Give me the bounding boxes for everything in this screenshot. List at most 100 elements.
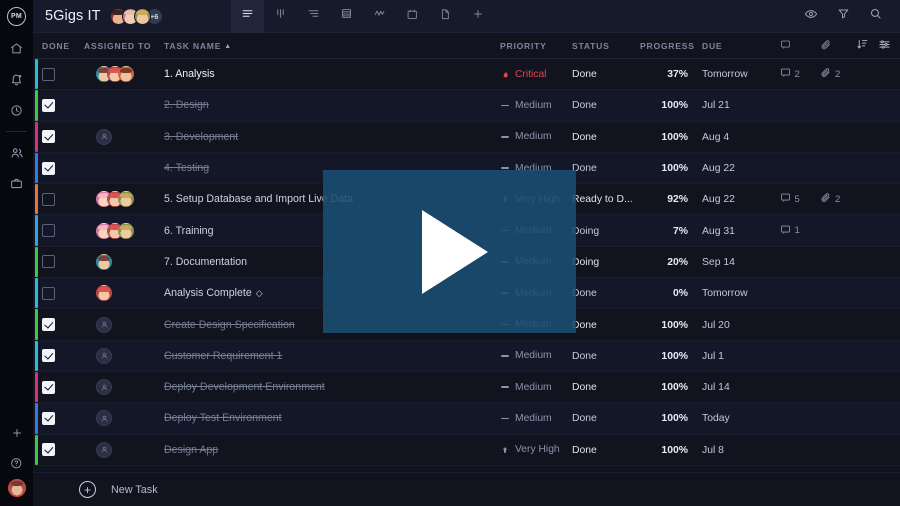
assignees-cell[interactable] [84, 316, 164, 333]
status-cell[interactable]: Done [572, 350, 640, 362]
new-task-row[interactable]: + New Task [33, 472, 900, 506]
status-cell[interactable]: Doing [572, 256, 640, 268]
priority-cell[interactable]: Critical [500, 69, 572, 80]
assignees-cell[interactable] [84, 128, 164, 145]
project-members[interactable]: +6 [109, 7, 163, 25]
table-row[interactable]: 2. Design Medium Done 100% Jul 21 [33, 90, 900, 122]
status-cell[interactable]: Done [572, 131, 640, 143]
status-cell[interactable]: Done [572, 99, 640, 111]
due-cell[interactable]: Jul 8 [702, 444, 780, 456]
sidebar-item-time[interactable] [0, 95, 33, 126]
task-name-cell[interactable]: 2. Design [164, 99, 500, 111]
assignee-avatar[interactable] [96, 253, 112, 270]
colhead-due[interactable]: DUE [702, 41, 780, 51]
done-checkbox[interactable] [42, 443, 55, 457]
sidebar-item-portfolio[interactable] [0, 168, 33, 199]
progress-cell[interactable]: 100% [640, 131, 702, 143]
colhead-comments[interactable] [780, 39, 820, 52]
done-checkbox[interactable] [42, 98, 55, 112]
assignees-cell[interactable] [84, 253, 164, 270]
due-cell[interactable]: Jul 21 [702, 99, 780, 111]
table-row[interactable]: Deploy Development Environment Medium Done… [33, 371, 900, 404]
done-checkbox[interactable] [42, 380, 55, 394]
table-row[interactable]: Customer Requirement 1 Medium Done 100% Jul … [33, 340, 900, 372]
status-cell[interactable]: Done [572, 412, 640, 424]
progress-cell[interactable]: 100% [640, 381, 702, 393]
unassigned-avatar[interactable] [96, 347, 112, 364]
due-cell[interactable]: Jul 14 [702, 381, 780, 393]
sidebar-item-add[interactable] [0, 417, 33, 448]
account-avatar[interactable] [7, 479, 26, 497]
colhead-task-name[interactable]: TASK NAME ▲ [164, 41, 500, 51]
attachments-cell[interactable]: 2 [820, 67, 856, 82]
progress-cell[interactable]: 100% [640, 444, 702, 456]
assignees-cell[interactable] [84, 66, 164, 83]
unassigned-avatar[interactable] [96, 316, 112, 333]
due-cell[interactable]: Aug 31 [702, 225, 780, 237]
comments-cell[interactable]: 2 [780, 67, 820, 81]
colhead-assigned-to[interactable]: ASSIGNED TO [84, 41, 164, 51]
comments-cell[interactable]: 1 [780, 224, 820, 238]
sort-descending-icon[interactable] [856, 38, 869, 53]
done-checkbox[interactable] [42, 286, 55, 300]
assignees-cell[interactable] [84, 347, 164, 364]
due-cell[interactable]: Aug 22 [702, 193, 780, 205]
assignees-cell[interactable] [84, 191, 164, 208]
priority-cell[interactable]: Medium [500, 131, 572, 142]
due-cell[interactable]: Today [702, 412, 780, 424]
status-cell[interactable]: Done [572, 68, 640, 80]
table-row[interactable]: Design App Very High Done 100% Jul 8 [33, 434, 900, 466]
priority-cell[interactable]: Medium [500, 382, 572, 393]
status-cell[interactable]: Doing [572, 225, 640, 237]
sidebar-item-notifications[interactable] [0, 64, 33, 95]
filter-button[interactable] [827, 0, 859, 33]
unassigned-avatar[interactable] [96, 410, 112, 427]
assignees-cell[interactable] [84, 285, 164, 302]
progress-cell[interactable]: 100% [640, 412, 702, 424]
column-settings-icon[interactable] [878, 38, 891, 53]
table-row[interactable]: 1. Analysis Critical Done 37% Tomorrow 2 2 [33, 59, 900, 91]
status-cell[interactable]: Done [572, 444, 640, 456]
visibility-button[interactable] [795, 0, 827, 33]
colhead-done[interactable]: DONE [38, 41, 84, 51]
due-cell[interactable]: Aug 4 [702, 131, 780, 143]
assignee-avatar[interactable] [118, 191, 134, 208]
due-cell[interactable]: Jul 20 [702, 319, 780, 331]
due-cell[interactable]: Sep 14 [702, 256, 780, 268]
attachments-cell[interactable]: 2 [820, 192, 856, 207]
comments-cell[interactable]: 5 [780, 192, 820, 206]
done-checkbox[interactable] [42, 224, 55, 238]
app-logo[interactable]: PM [0, 0, 33, 33]
status-cell[interactable]: Done [572, 162, 640, 174]
progress-cell[interactable]: 20% [640, 256, 702, 268]
add-task-icon[interactable]: + [79, 481, 96, 498]
table-row[interactable]: Deploy Test Environment Medium Done 100% Tod… [33, 403, 900, 435]
assignees-cell[interactable] [84, 222, 164, 239]
done-checkbox[interactable] [42, 161, 55, 175]
colhead-priority[interactable]: PRIORITY [500, 41, 572, 51]
assignee-avatar[interactable] [96, 285, 112, 302]
tab-chart-view[interactable] [363, 0, 396, 33]
member-avatar[interactable] [133, 7, 151, 25]
done-checkbox[interactable] [42, 318, 55, 332]
colhead-attachments[interactable] [820, 39, 856, 53]
done-checkbox[interactable] [42, 192, 55, 206]
unassigned-avatar[interactable] [96, 379, 112, 396]
progress-cell[interactable]: 100% [640, 350, 702, 362]
progress-cell[interactable]: 100% [640, 99, 702, 111]
task-name-cell[interactable]: 1. Analysis [164, 68, 500, 80]
done-checkbox[interactable] [42, 130, 55, 144]
colhead-status[interactable]: STATUS [572, 41, 640, 51]
priority-cell[interactable]: Very High [500, 444, 572, 455]
priority-cell[interactable]: Medium [500, 350, 572, 361]
unassigned-avatar[interactable] [96, 128, 112, 145]
progress-cell[interactable]: 7% [640, 225, 702, 237]
table-row[interactable]: 3. Development Medium Done 100% Aug 4 [33, 121, 900, 153]
priority-cell[interactable]: Medium [500, 100, 572, 111]
done-checkbox[interactable] [42, 349, 55, 363]
status-cell[interactable]: Ready to D... [572, 193, 640, 205]
tab-add-view[interactable] [462, 0, 495, 33]
unassigned-avatar[interactable] [96, 441, 112, 458]
tab-list-view[interactable] [230, 0, 264, 33]
task-name-cell[interactable]: Customer Requirement 1 [164, 350, 500, 362]
